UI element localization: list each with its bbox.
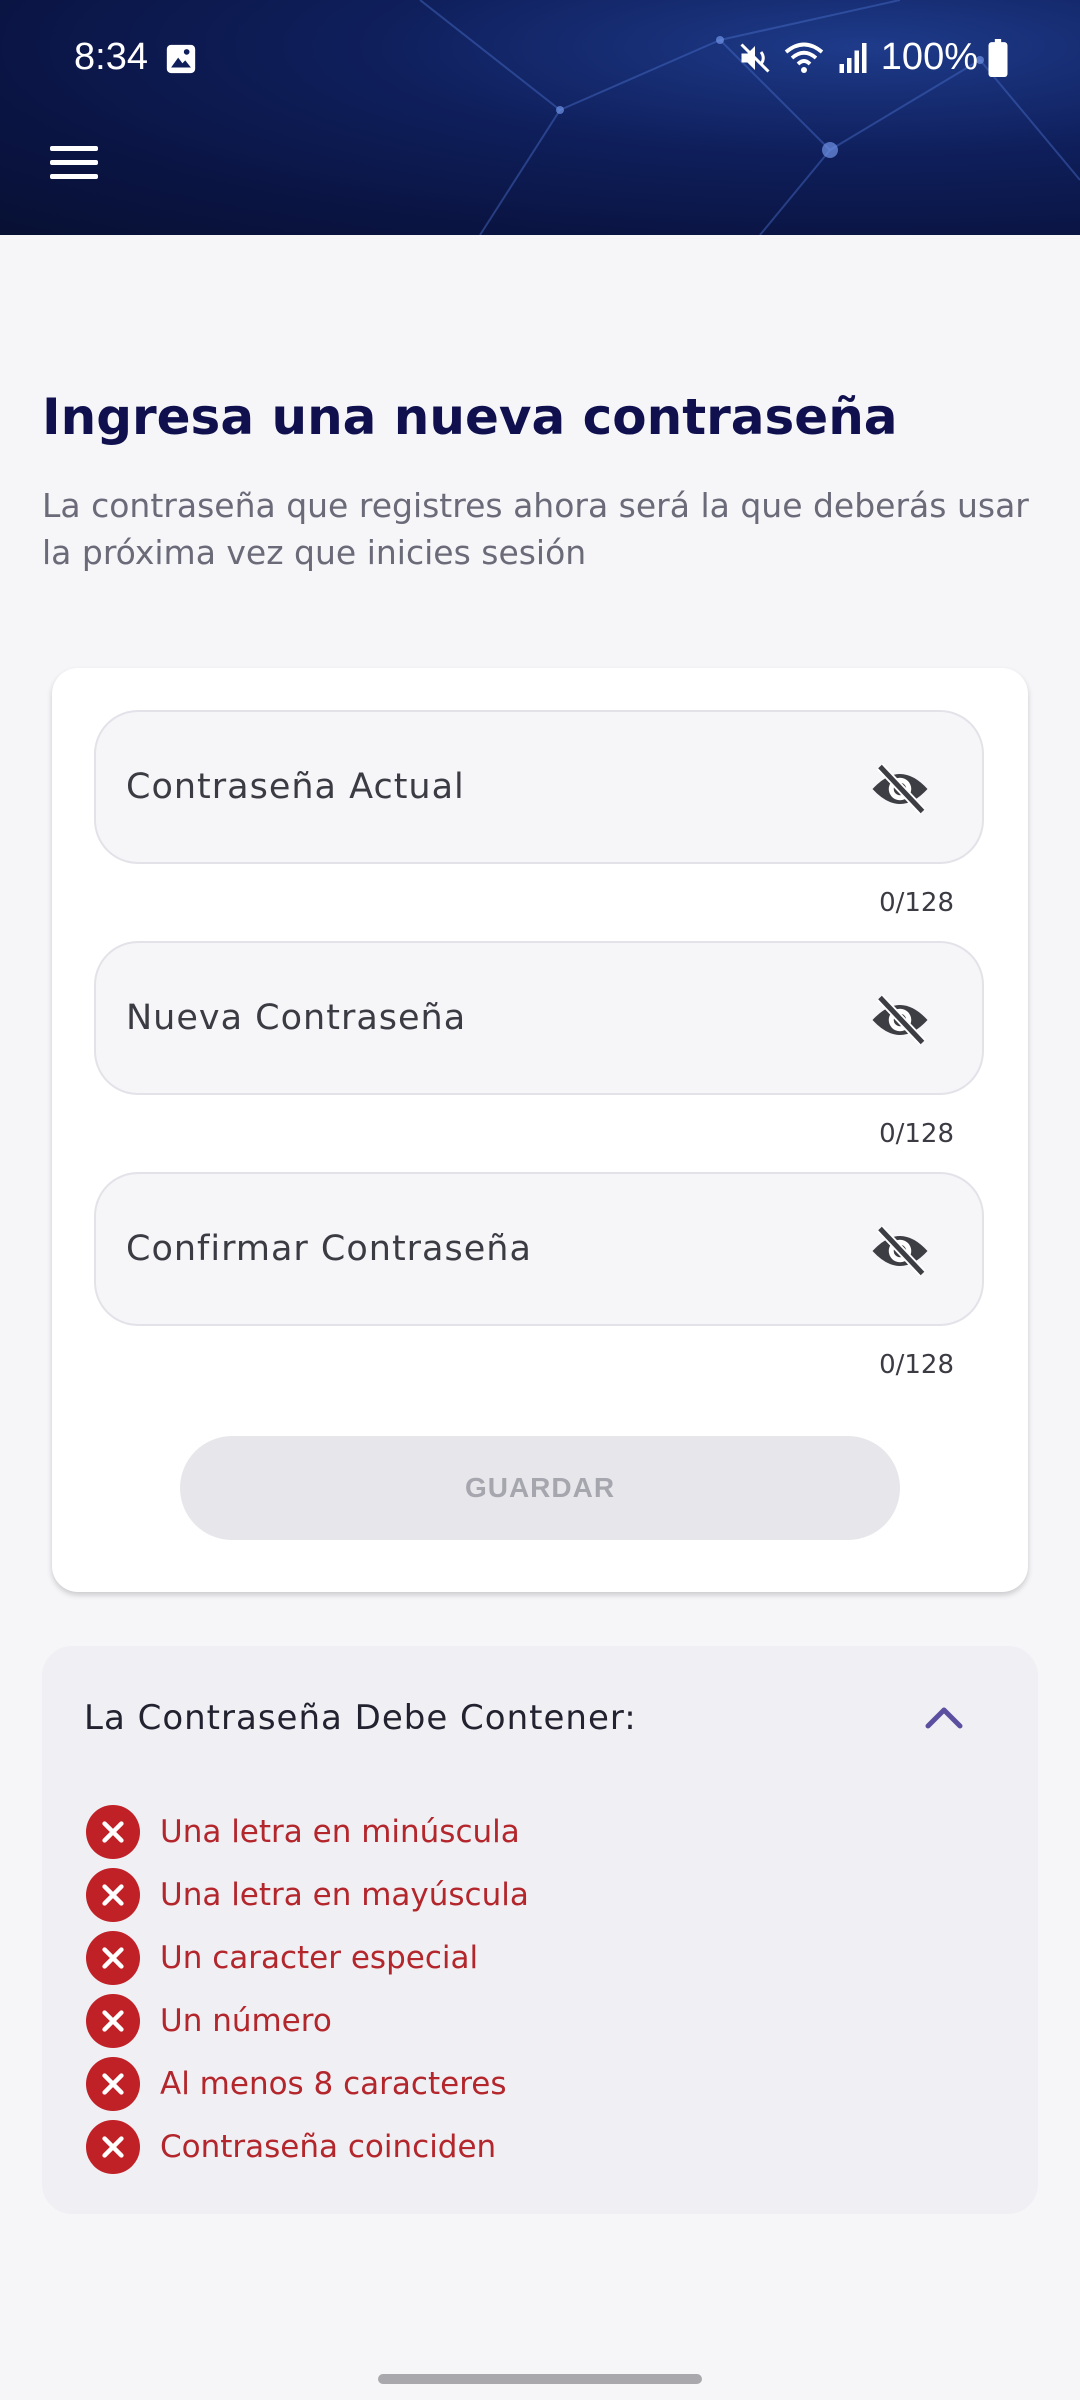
wifi-icon xyxy=(784,42,823,73)
page-subtitle: La contraseña que registres ahora será l… xyxy=(42,486,1029,572)
error-x-icon xyxy=(86,1993,140,2048)
signal-icon xyxy=(839,42,867,73)
error-x-icon xyxy=(86,1930,140,1985)
app-header: 8:34 100% xyxy=(0,0,1080,235)
status-bar: 8:34 100% xyxy=(0,0,1080,120)
new-password-label: Nueva Contraseña xyxy=(126,998,467,1038)
current-password-counter: 0/128 xyxy=(879,888,954,918)
battery-icon xyxy=(988,38,1008,77)
password-form-card: Contraseña Actual 0/128 Nueva Contraseña… xyxy=(52,668,1028,1592)
requirement-text: Un caracter especial xyxy=(160,1939,479,1976)
requirements-list: Una letra en minúscula Una letra en mayú… xyxy=(86,1800,529,2178)
status-time: 8:34 xyxy=(74,36,148,78)
mute-icon xyxy=(740,42,770,73)
requirement-item: Una letra en minúscula xyxy=(86,1800,529,1863)
error-x-icon xyxy=(86,2119,140,2174)
confirm-password-counter: 0/128 xyxy=(879,1350,954,1380)
error-x-icon xyxy=(86,1804,140,1859)
new-password-counter: 0/128 xyxy=(879,1119,954,1149)
chevron-up-icon[interactable] xyxy=(924,1704,964,1730)
page-title: Ingresa una nueva contraseña xyxy=(42,388,898,446)
eye-off-icon[interactable] xyxy=(870,1226,930,1276)
eye-off-icon[interactable] xyxy=(870,995,930,1045)
requirement-item: Una letra en mayúscula xyxy=(86,1863,529,1926)
requirement-item: Un caracter especial xyxy=(86,1926,529,1989)
requirement-text: Una letra en mayúscula xyxy=(160,1876,529,1913)
save-button[interactable]: GUARDAR xyxy=(180,1436,900,1540)
requirement-text: Una letra en minúscula xyxy=(160,1813,520,1850)
current-password-label: Contraseña Actual xyxy=(126,767,465,807)
error-x-icon xyxy=(86,2056,140,2111)
requirement-item: Al menos 8 caracteres xyxy=(86,2052,529,2115)
requirement-text: Un número xyxy=(160,2002,332,2039)
home-indicator[interactable] xyxy=(378,2374,702,2384)
eye-off-icon[interactable] xyxy=(870,764,930,814)
password-requirements-panel: La Contraseña Debe Contener: Una letra e… xyxy=(42,1646,1038,2214)
gallery-icon xyxy=(166,44,196,74)
status-icons: 100% xyxy=(737,36,1008,79)
battery-level: 100% xyxy=(880,36,978,78)
requirement-text: Al menos 8 caracteres xyxy=(160,2065,507,2102)
new-password-field[interactable]: Nueva Contraseña xyxy=(94,941,984,1095)
requirement-item: Contraseña coinciden xyxy=(86,2115,529,2178)
hamburger-menu-icon[interactable] xyxy=(46,140,102,184)
requirement-text: Contraseña coinciden xyxy=(160,2128,497,2165)
error-x-icon xyxy=(86,1867,140,1922)
confirm-password-label: Confirmar Contraseña xyxy=(126,1229,532,1269)
requirements-title: La Contraseña Debe Contener: xyxy=(84,1698,637,1738)
requirement-item: Un número xyxy=(86,1989,529,2052)
current-password-field[interactable]: Contraseña Actual xyxy=(94,710,984,864)
confirm-password-field[interactable]: Confirmar Contraseña xyxy=(94,1172,984,1326)
